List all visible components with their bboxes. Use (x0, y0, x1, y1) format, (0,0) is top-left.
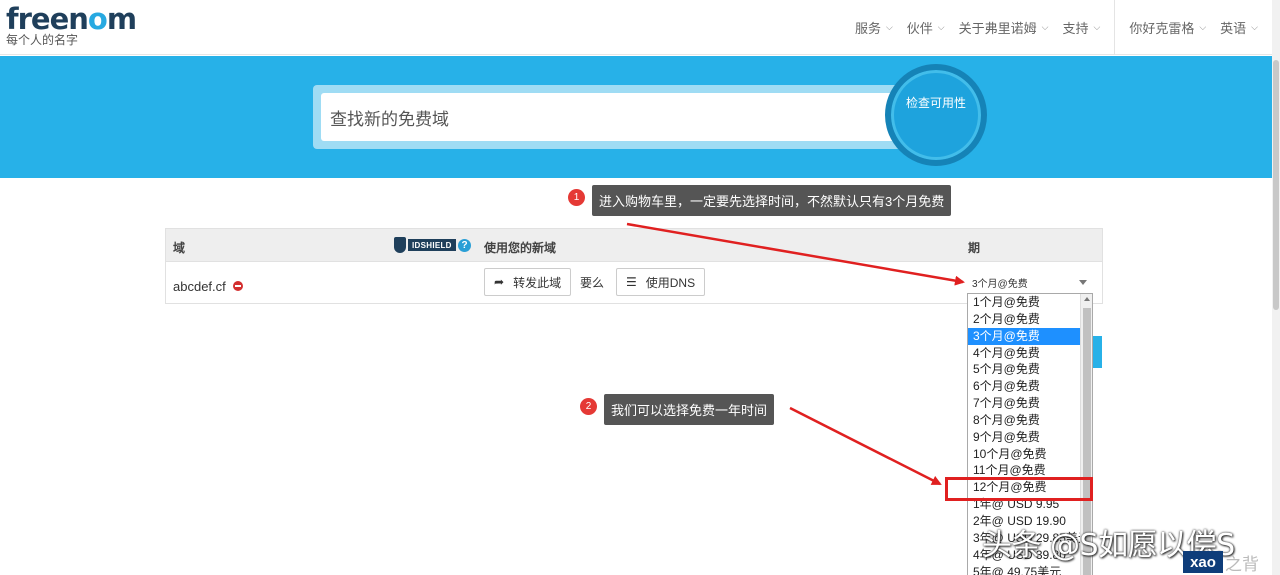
arrow-to-period-select (626, 222, 965, 286)
option-2-months[interactable]: 2个月@免费 (968, 311, 1092, 328)
page: freenom 每个人的名字 服务 ⌵ 伙伴 ⌵ 关于弗里诺姆 ⌵ 支持 ⌵ 你好克雷格… (0, 0, 1280, 575)
arrow-to-12-months (789, 406, 942, 486)
option-8-months[interactable]: 8个月@免费 (968, 412, 1092, 429)
option-4-months[interactable]: 4个月@免费 (968, 345, 1092, 362)
option-10-months[interactable]: 10个月@免费 (968, 446, 1092, 463)
option-3-months[interactable]: 3个月@免费 (968, 327, 1092, 345)
option-9-months[interactable]: 9个月@免费 (968, 429, 1092, 446)
highlight-12-months (945, 477, 1093, 501)
watermark-badge-tail: 之背 (1225, 555, 1259, 574)
option-1-month[interactable]: 1个月@免费 (968, 294, 1092, 311)
option-6-months[interactable]: 6个月@免费 (968, 378, 1092, 395)
scroll-up-icon[interactable] (1084, 297, 1090, 301)
option-7-months[interactable]: 7个月@免费 (968, 395, 1092, 412)
option-5-months[interactable]: 5个月@免费 (968, 361, 1092, 378)
watermark-badge: xao (1183, 551, 1223, 573)
option-5-years[interactable]: 5年@ 49.75美元 (968, 564, 1092, 575)
